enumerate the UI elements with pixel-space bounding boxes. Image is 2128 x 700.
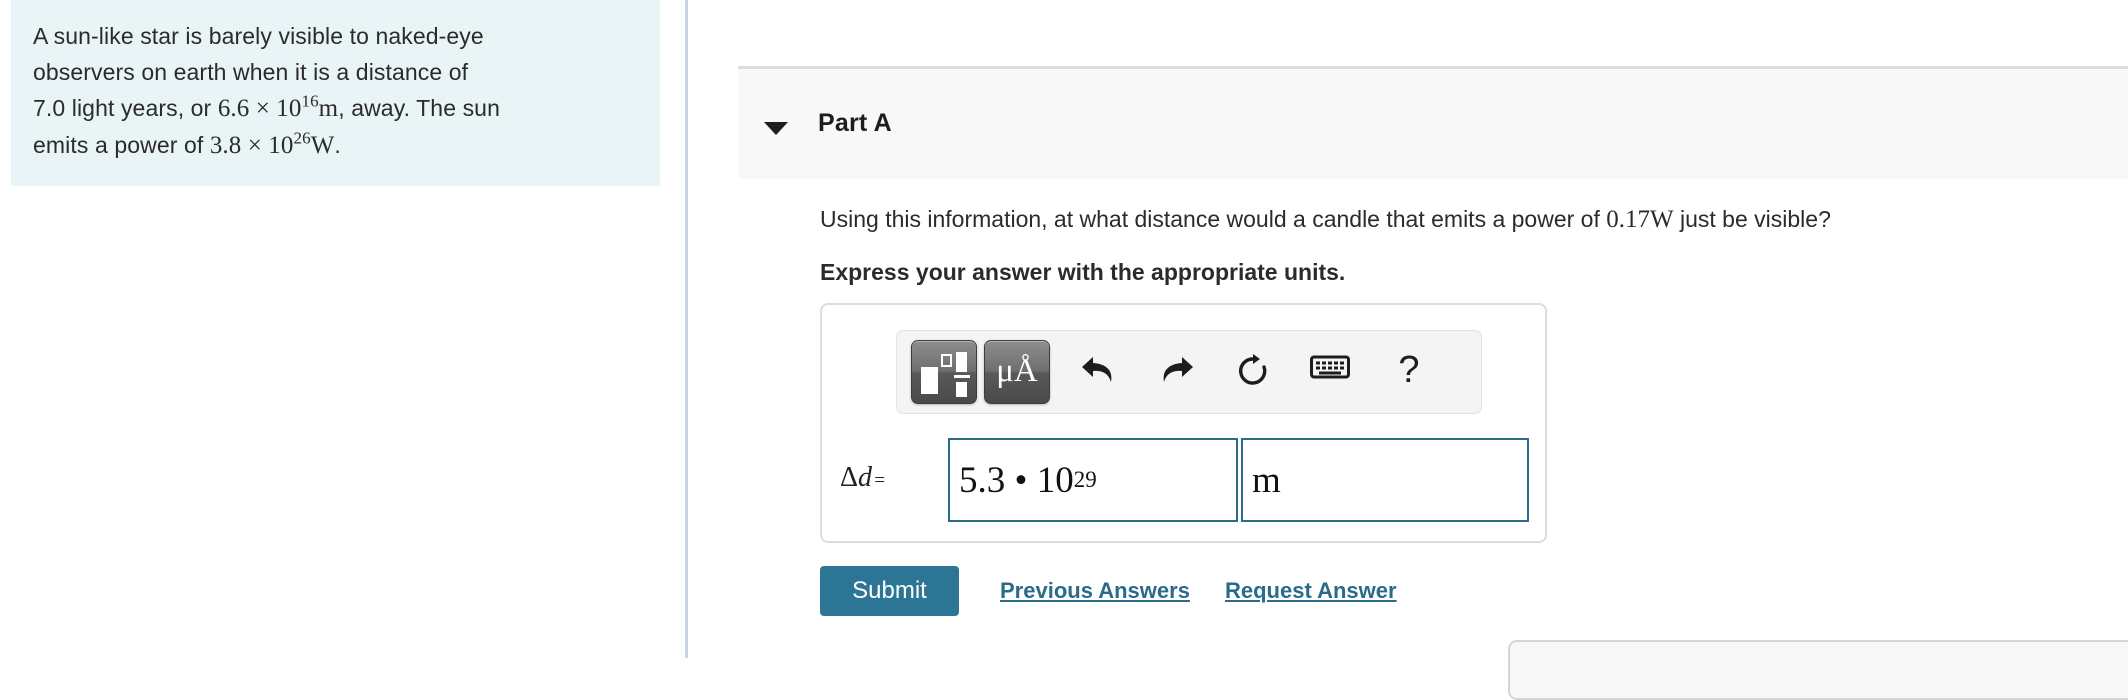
problem-line-2: observers on earth when it is a distance… [33,59,469,85]
submit-button[interactable]: Submit [820,566,959,616]
question-text: Using this information, at what distance… [820,206,1831,234]
reset-circular-arrow-icon[interactable] [1227,345,1279,397]
problem-statement-pane: A sun-like star is barely visible to nak… [0,0,686,658]
answer-unit-text: m [1252,459,1281,501]
answer-unit-input[interactable]: m [1241,438,1529,522]
problem-line-3-math: 6.6 × 1016 [217,91,319,122]
problem-line-4-exponent: 26 [293,128,311,148]
problem-line-4-math: 3.8 × 1026 [209,128,311,159]
caret-down-shape [764,122,788,135]
part-a-title: Part A [818,109,892,137]
part-a-pane: Part A Using this information, at what d… [688,0,2128,700]
math-template-glyph [912,341,976,403]
keyboard-icon[interactable] [1304,345,1356,397]
equals-symbol: = [874,470,886,491]
instruction-text: Express your answer with the appropriate… [820,259,1346,285]
answer-value-input[interactable]: 5.3 • 10 29 [948,438,1238,522]
undo-arrow-icon[interactable] [1073,345,1125,397]
problem-statement-text: A sun-like star is barely visible to nak… [33,18,628,164]
caret-down-icon[interactable] [762,113,790,141]
problem-line-3-prefix: 7.0 light years, or [33,95,218,121]
problem-line-1: A sun-like star is barely visible to nak… [33,23,484,49]
previous-answers-link[interactable]: Previous Answers [1000,578,1190,604]
question-power-value: 0.17 [1606,206,1650,233]
delta-symbol: Δ [840,462,859,493]
answer-variable-label: Δd = [840,462,885,494]
question-power-unit: W [1650,206,1674,233]
problem-line-3-exponent: 16 [301,91,319,111]
micro-angstrom-icon[interactable]: μÅ [984,340,1050,404]
question-mark-icon[interactable]: ? [1383,345,1435,397]
next-part-panel[interactable] [1508,640,2128,700]
request-answer-link[interactable]: Request Answer [1225,578,1397,604]
answer-value-mantissa: 5.3 • 10 [959,459,1074,501]
redo-arrow-icon[interactable] [1150,345,1202,397]
question-text-suffix: just be visible? [1673,206,1831,232]
problem-line-4-prefix: emits a power of [33,132,210,158]
question-text-prefix: Using this information, at what distance… [820,206,1607,232]
math-template-icon[interactable] [911,340,977,404]
answer-entry-panel: μÅ ? Δd = 5.3 • 10 29 m [820,303,1547,543]
problem-line-4-unit: W [310,132,335,159]
answer-input-row: Δd = 5.3 • 10 29 m [840,438,1530,522]
problem-line-3-unit: m [318,95,339,122]
part-a-header[interactable]: Part A [738,66,2128,179]
variable-d: d [858,462,873,493]
math-toolbar: μÅ ? [896,330,1482,414]
help-button-label: ? [1398,349,1420,391]
units-button-label: μÅ [996,352,1038,389]
problem-line-3-suffix: , away. The sun [338,95,500,121]
problem-line-4-suffix: . [334,132,341,158]
problem-statement-card: A sun-like star is barely visible to nak… [11,0,660,186]
